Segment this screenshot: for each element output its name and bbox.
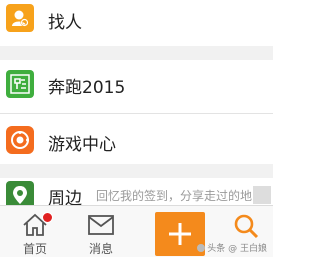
section-gap: [0, 164, 273, 178]
menu-item-game-center[interactable]: 游戏中心: [0, 118, 273, 164]
bottom-tab-bar: 首页 消息 头条 @ 王白娘: [0, 205, 273, 257]
divider: [0, 113, 273, 114]
menu-item-label: 奔跑2015: [48, 78, 126, 98]
run-icon: [6, 70, 34, 98]
tab-messages-label: 消息: [88, 242, 113, 256]
menu-item-subtitle: 回忆我的签到，分享走过的地: [96, 189, 253, 203]
mail-icon: [88, 215, 114, 235]
menu-item-find-people[interactable]: 找人: [0, 0, 273, 46]
find-person-icon: [6, 4, 34, 32]
section-gap: [0, 46, 273, 60]
menu-item-label: 游戏中心: [48, 135, 116, 155]
plus-icon: [169, 223, 191, 245]
watermark: 头条 @ 王白娘: [197, 241, 267, 254]
game-center-icon: [6, 126, 34, 154]
nearby-thumbnail: [253, 186, 271, 204]
menu-item-label: 找人: [48, 13, 82, 33]
menu-item-benpao[interactable]: 奔跑2015: [0, 60, 273, 106]
tab-messages[interactable]: 消息: [74, 206, 128, 257]
tab-home[interactable]: 首页: [8, 206, 62, 257]
notification-badge: [42, 212, 53, 223]
search-icon: [234, 214, 259, 239]
tab-home-label: 首页: [22, 242, 47, 256]
watermark-logo-icon: [197, 244, 206, 252]
